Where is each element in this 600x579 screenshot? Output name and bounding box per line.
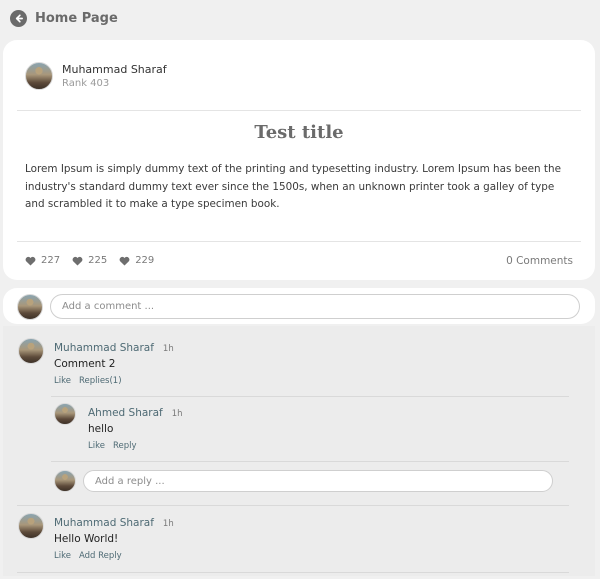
heart-icon — [72, 256, 83, 266]
comment-author[interactable]: Muhammad Sharaf — [54, 517, 154, 529]
reaction-count: 227 — [41, 255, 61, 266]
add-comment-bar — [3, 288, 595, 324]
reply-meta: Ahmed Sharaf 1h — [88, 407, 183, 419]
post-body: Lorem Ipsum is simply dummy text of the … — [25, 163, 561, 210]
avatar[interactable] — [18, 513, 44, 539]
reply-time: 1h — [171, 409, 183, 419]
reactions-bar: 227 225 229 — [25, 255, 154, 266]
comment-time: 1h — [162, 344, 174, 354]
comment-text: Hello World! — [54, 533, 119, 545]
arrow-left-circle-icon[interactable] — [10, 9, 27, 27]
avatar — [17, 294, 43, 320]
reaction-1[interactable]: 227 — [25, 255, 60, 266]
divider — [17, 505, 569, 506]
divider — [51, 461, 569, 462]
like-button[interactable]: Like — [54, 376, 71, 386]
page-title[interactable]: Home Page — [35, 11, 118, 26]
like-button[interactable]: Like — [54, 551, 71, 561]
comment-meta: Muhammad Sharaf 1h — [54, 517, 174, 529]
like-button[interactable]: Like — [88, 441, 105, 451]
reply-text: hello — [88, 423, 114, 435]
comment-actions: Like Replies(1) — [54, 376, 122, 386]
divider — [51, 396, 569, 397]
comments-count-link[interactable]: 0 Comments — [506, 255, 573, 267]
reply-button[interactable]: Reply — [113, 441, 137, 451]
reaction-2[interactable]: 225 — [72, 255, 107, 266]
comment-actions: Like Add Reply — [54, 551, 122, 561]
comment-text: Comment 2 — [54, 358, 116, 370]
comment-time: 1h — [162, 519, 174, 529]
post-title: Test title — [254, 122, 344, 143]
divider — [17, 110, 581, 111]
avatar[interactable] — [18, 338, 44, 364]
avatar — [54, 470, 76, 492]
comment-meta: Muhammad Sharaf 1h — [54, 342, 174, 354]
comments-list: Muhammad Sharaf 1h Comment 2 Like Replie… — [3, 326, 595, 576]
reply-actions: Like Reply — [88, 441, 137, 451]
reaction-count: 229 — [135, 255, 155, 266]
comment-input[interactable] — [50, 294, 580, 319]
reply-input[interactable] — [83, 470, 553, 492]
comment-author[interactable]: Muhammad Sharaf — [54, 342, 154, 354]
heart-icon — [119, 256, 130, 266]
reaction-3[interactable]: 229 — [119, 255, 154, 266]
avatar[interactable] — [25, 62, 53, 90]
divider — [17, 572, 569, 573]
reaction-count: 225 — [88, 255, 108, 266]
post-card: Muhammad Sharaf Rank 403 Test title Lore… — [3, 40, 595, 280]
reply-author[interactable]: Ahmed Sharaf — [88, 407, 163, 419]
heart-icon — [25, 256, 36, 266]
post-author[interactable]: Muhammad Sharaf Rank 403 — [25, 62, 167, 90]
replies-toggle[interactable]: Replies(1) — [79, 376, 122, 386]
top-nav: Home Page — [10, 8, 118, 28]
author-rank: Rank 403 — [62, 78, 110, 89]
avatar[interactable] — [54, 403, 76, 425]
divider — [17, 241, 581, 242]
author-name[interactable]: Muhammad Sharaf — [62, 63, 167, 76]
add-reply-button[interactable]: Add Reply — [79, 551, 122, 561]
